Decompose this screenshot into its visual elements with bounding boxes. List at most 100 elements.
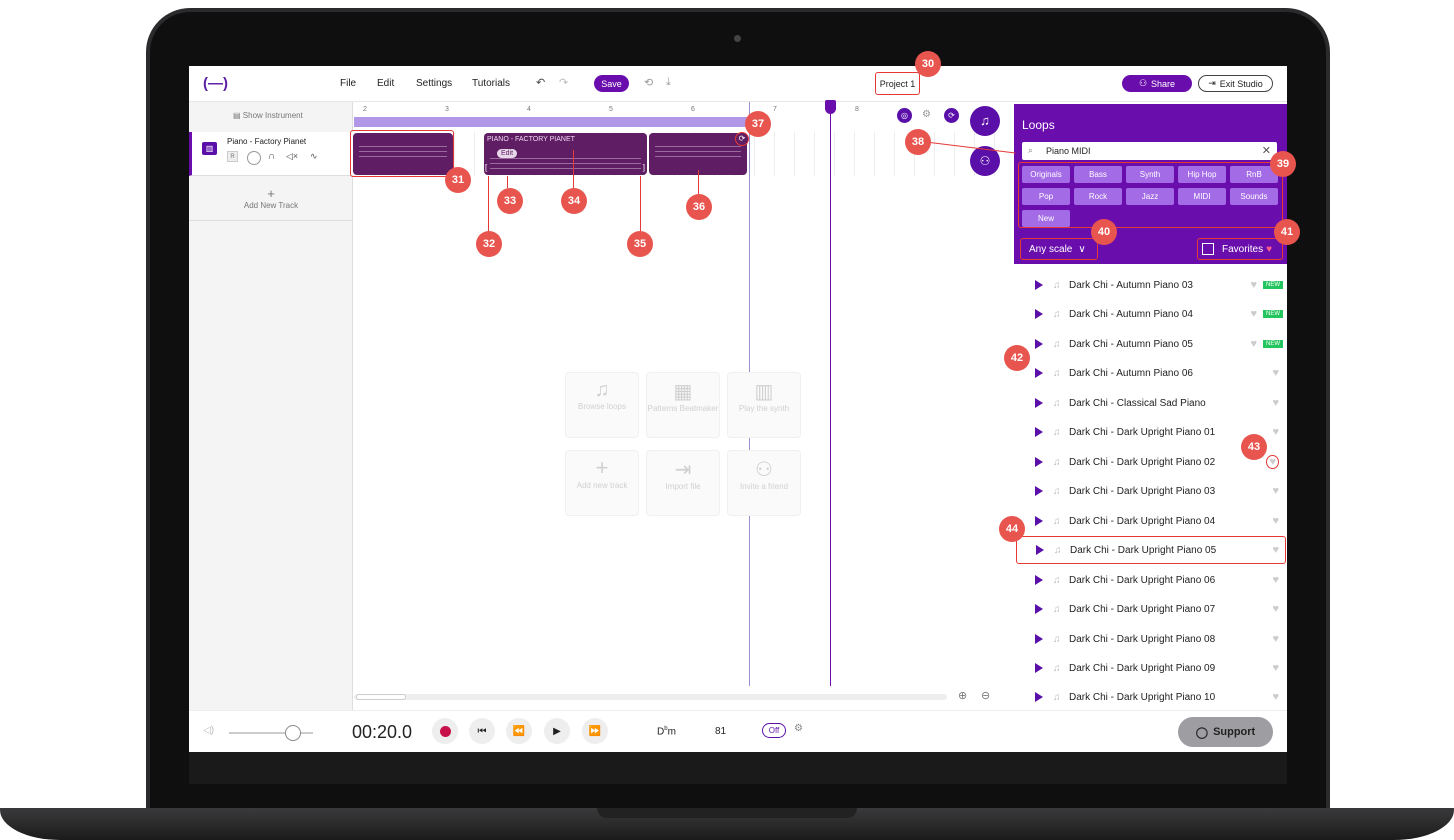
loop-item[interactable]: ♫ Dark Chi - Classical Sad Piano ♥ [1021, 389, 1285, 417]
loop-region-bar[interactable] [354, 117, 748, 127]
mute-icon[interactable]: ◁× [286, 151, 298, 162]
heart-icon[interactable]: ♥ [1250, 279, 1257, 291]
heart-icon[interactable]: ♥ [1272, 544, 1279, 556]
genre-synth[interactable]: Synth [1126, 166, 1174, 183]
download-icon[interactable]: ⤓ [666, 76, 671, 89]
gear-icon[interactable]: ⚙ [794, 723, 803, 734]
menu-tutorials[interactable]: Tutorials [472, 78, 510, 89]
add-new-track-button[interactable]: + Add New Track [189, 186, 353, 210]
menu-settings[interactable]: Settings [416, 78, 452, 89]
loop-item[interactable]: ♫ Dark Chi - Dark Upright Piano 09 ♥ [1021, 654, 1285, 682]
loop-item[interactable]: ♫ Dark Chi - Autumn Piano 04 ♥ NEW [1021, 300, 1285, 328]
play-icon[interactable] [1035, 427, 1043, 437]
genre-rock[interactable]: Rock [1074, 188, 1122, 205]
record-button[interactable] [432, 718, 458, 744]
play-icon[interactable] [1035, 634, 1043, 644]
loop-item[interactable]: ♫ Dark Chi - Autumn Piano 06 ♥ [1021, 359, 1285, 387]
genre-sounds[interactable]: Sounds [1230, 188, 1278, 205]
heart-icon[interactable]: ♥ [1272, 633, 1279, 645]
play-icon[interactable] [1035, 339, 1043, 349]
loop-search-input[interactable]: ⌕ Piano MIDI ✕ [1022, 142, 1277, 160]
scale-dropdown[interactable]: Any scale ∨ [1020, 238, 1098, 260]
heart-icon[interactable]: ♥ [1250, 338, 1257, 350]
record-arm-button[interactable]: R [227, 151, 238, 162]
heart-icon[interactable]: ♥ [1272, 397, 1279, 409]
play-icon[interactable] [1035, 604, 1043, 614]
genre-new[interactable]: New [1022, 210, 1070, 227]
genre-midi[interactable]: MIDI [1178, 188, 1226, 205]
play-synth-card[interactable]: ▥ Play the synth [727, 372, 801, 438]
add-new-track-card[interactable]: + Add new track [565, 450, 639, 516]
master-volume-slider[interactable] [229, 725, 313, 741]
project-name[interactable]: Project 1 [875, 72, 920, 95]
loops-tab-icon[interactable]: ♫ [970, 106, 1000, 136]
play-icon[interactable] [1035, 692, 1043, 702]
genre-bass[interactable]: Bass [1074, 166, 1122, 183]
gear-icon[interactable]: ⚙ [922, 109, 931, 120]
metronome-toggle[interactable]: Off [762, 723, 786, 738]
favorites-checkbox[interactable] [1202, 243, 1214, 255]
heart-icon[interactable]: ♥ [1266, 455, 1279, 469]
loop-item[interactable]: ♫ Dark Chi - Dark Upright Piano 06 ♥ [1021, 566, 1285, 594]
loop-item[interactable]: ♫ Dark Chi - Dark Upright Piano 07 ♥ [1021, 595, 1285, 623]
zoom-out-icon[interactable]: ⊖ [981, 689, 990, 702]
heart-icon[interactable]: ♥ [1272, 367, 1279, 379]
heart-icon[interactable]: ♥ [1272, 691, 1279, 703]
headphones-icon[interactable]: ∩ [268, 151, 275, 162]
skip-start-button[interactable]: ⏮ [469, 718, 495, 744]
play-button[interactable]: ▶ [544, 718, 570, 744]
play-icon[interactable] [1035, 368, 1043, 378]
key-display[interactable]: Dbm [657, 726, 676, 737]
loop-item[interactable]: ♫ Dark Chi - Dark Upright Piano 08 ♥ [1021, 625, 1285, 653]
play-icon[interactable] [1035, 575, 1043, 585]
clear-search-icon[interactable]: ✕ [1262, 144, 1271, 157]
clip-trim-right-handle[interactable]: ] [643, 163, 645, 172]
play-icon[interactable] [1035, 280, 1043, 290]
play-icon[interactable] [1035, 457, 1043, 467]
track-header[interactable]: ▥ Piano - Factory Pianet R ∩ ◁× ∿ [189, 132, 353, 176]
playhead[interactable] [830, 102, 831, 686]
menu-file[interactable]: File [340, 78, 356, 89]
slider-thumb[interactable] [285, 725, 301, 741]
heart-icon[interactable]: ♥ [1250, 308, 1257, 320]
heart-icon[interactable]: ♥ [1272, 603, 1279, 615]
invite-friend-card[interactable]: ⚇ Invite a friend [727, 450, 801, 516]
save-button[interactable]: Save [594, 75, 629, 92]
clip[interactable] [649, 133, 747, 175]
scrollbar-thumb[interactable] [356, 694, 406, 700]
exit-studio-button[interactable]: ⇥ Exit Studio [1198, 75, 1273, 92]
play-icon[interactable] [1035, 516, 1043, 526]
clip-trim-left-handle[interactable]: [ [485, 163, 487, 172]
genre-hiphop[interactable]: Hip Hop [1178, 166, 1226, 183]
history-icon[interactable]: ⟲ [644, 76, 653, 89]
playhead-handle[interactable] [825, 100, 836, 114]
rewind-button[interactable]: ⏪ [506, 718, 532, 744]
heart-icon[interactable]: ♥ [1272, 662, 1279, 674]
loop-item-highlighted[interactable]: ♫ Dark Chi - Dark Upright Piano 05 ♥ [1016, 536, 1286, 564]
zoom-in-icon[interactable]: ⊕ [958, 689, 967, 702]
play-icon[interactable] [1035, 309, 1043, 319]
import-file-card[interactable]: ⇥ Import file [646, 450, 720, 516]
metronome-icon[interactable]: ◎ [897, 108, 912, 123]
clip-selected[interactable]: PIANO - FACTORY PIANET Edit [ ] [484, 133, 647, 175]
automation-icon[interactable]: ∿ [310, 151, 318, 162]
bpm-display[interactable]: 81 [715, 726, 726, 737]
heart-icon[interactable]: ♥ [1272, 515, 1279, 527]
heart-icon[interactable]: ♥ [1272, 574, 1279, 586]
loop-item[interactable]: ♫ Dark Chi - Dark Upright Piano 10 ♥ [1021, 683, 1285, 711]
genre-pop[interactable]: Pop [1022, 188, 1070, 205]
patterns-beatmaker-card[interactable]: ▦ Patterns Beatmaker [646, 372, 720, 438]
play-icon[interactable] [1035, 398, 1043, 408]
genre-jazz[interactable]: Jazz [1126, 188, 1174, 205]
play-icon[interactable] [1036, 545, 1044, 555]
genre-originals[interactable]: Originals [1022, 166, 1070, 183]
heart-icon[interactable]: ♥ [1272, 485, 1279, 497]
undo-icon[interactable]: ↶ [536, 76, 545, 89]
heart-icon[interactable]: ♥ [1272, 426, 1279, 438]
app-logo[interactable]: (—) [203, 75, 228, 92]
menu-edit[interactable]: Edit [377, 78, 394, 89]
loop-item[interactable]: ♫ Dark Chi - Dark Upright Piano 04 ♥ [1021, 507, 1285, 535]
volume-knob[interactable] [247, 151, 261, 165]
loop-clip-icon[interactable]: ⟳ [735, 132, 749, 146]
loop-item[interactable]: ♫ Dark Chi - Dark Upright Piano 03 ♥ [1021, 477, 1285, 505]
